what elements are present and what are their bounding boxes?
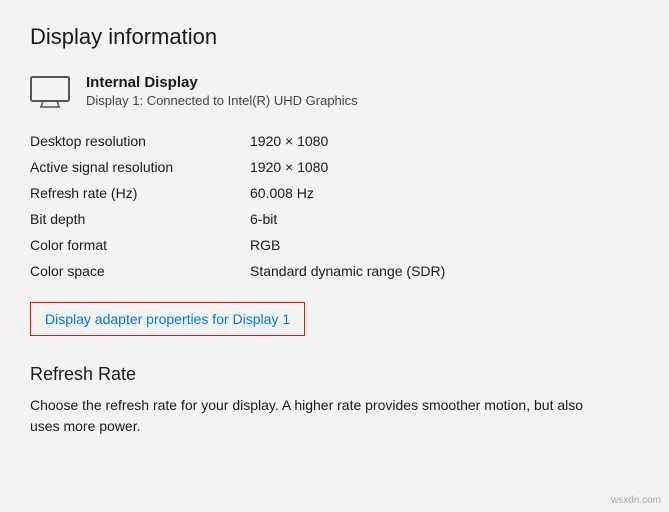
row-label: Desktop resolution	[30, 128, 250, 154]
row-label: Color space	[30, 258, 250, 284]
display-info-table: Desktop resolution1920 × 1080Active sign…	[30, 128, 639, 284]
row-value: 6-bit	[250, 206, 639, 232]
adapter-link[interactable]: Display adapter properties for Display 1	[45, 311, 290, 327]
adapter-link-box: Display adapter properties for Display 1	[30, 302, 305, 336]
row-label: Bit depth	[30, 206, 250, 232]
page-title: Display information	[30, 24, 639, 50]
row-value: 60.008 Hz	[250, 180, 639, 206]
table-row: Bit depth6-bit	[30, 206, 639, 232]
refresh-section-desc: Choose the refresh rate for your display…	[30, 395, 610, 437]
row-label: Active signal resolution	[30, 154, 250, 180]
row-value: 1920 × 1080	[250, 154, 639, 180]
display-header-text: Internal Display Display 1: Connected to…	[86, 74, 358, 108]
row-value: Standard dynamic range (SDR)	[250, 258, 639, 284]
table-row: Active signal resolution1920 × 1080	[30, 154, 639, 180]
row-label: Color format	[30, 232, 250, 258]
monitor-icon	[30, 76, 70, 108]
display-header: Internal Display Display 1: Connected to…	[30, 74, 639, 108]
table-row: Refresh rate (Hz)60.008 Hz	[30, 180, 639, 206]
row-label: Refresh rate (Hz)	[30, 180, 250, 206]
table-row: Color formatRGB	[30, 232, 639, 258]
table-row: Color spaceStandard dynamic range (SDR)	[30, 258, 639, 284]
display-name: Internal Display	[86, 74, 358, 91]
row-value: RGB	[250, 232, 639, 258]
table-row: Desktop resolution1920 × 1080	[30, 128, 639, 154]
refresh-section-title: Refresh Rate	[30, 364, 639, 385]
watermark: wsxdn.com	[611, 495, 661, 506]
display-subtitle: Display 1: Connected to Intel(R) UHD Gra…	[86, 93, 358, 108]
row-value: 1920 × 1080	[250, 128, 639, 154]
